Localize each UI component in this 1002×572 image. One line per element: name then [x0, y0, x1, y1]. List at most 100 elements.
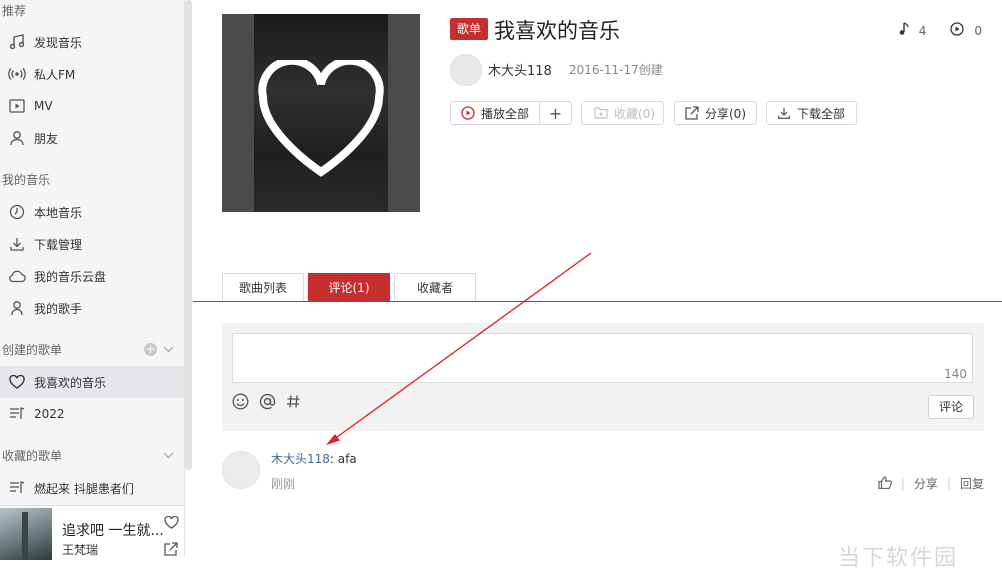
sidebar: 推荐 发现音乐 私人FM MV 朋友 我的音乐 本地音乐 下载管理 我的音乐云盘… [0, 0, 192, 560]
comment-separator: : [329, 452, 338, 466]
sidebar-item-fm[interactable]: 私人FM [0, 58, 184, 90]
heart-icon [8, 373, 26, 391]
play-all-label: 播放全部 [481, 106, 530, 121]
friends-icon [8, 129, 26, 147]
hashtag-icon[interactable] [286, 394, 301, 413]
comment-tools [232, 393, 301, 414]
emoji-icon[interactable] [232, 393, 249, 414]
submit-comment-button[interactable]: 评论 [928, 395, 974, 419]
comment-box: 140 评论 [222, 323, 984, 431]
add-folder-icon [594, 107, 608, 119]
music-note-icon [899, 22, 909, 39]
collect-button[interactable]: 收藏(0) [581, 101, 664, 125]
comment-actions: | 分享 | 回复 [878, 475, 984, 492]
sidebar-item-label: 本地音乐 [34, 205, 83, 220]
sidebar-scrollbar[interactable] [185, 0, 192, 470]
tab-collectors[interactable]: 收藏者 [394, 273, 476, 301]
playlist-title: 我喜欢的音乐 [494, 19, 620, 43]
share-icon [685, 106, 699, 120]
sidebar-item-label: 我的音乐云盘 [34, 269, 107, 284]
creator-avatar[interactable] [450, 54, 482, 86]
created-playlist-controls: + [144, 342, 174, 356]
collect-label: 收藏(0) [614, 106, 655, 121]
playlist-badge: 歌单 [450, 18, 488, 40]
commenter-name[interactable]: 木大头118 [271, 452, 330, 466]
comment-text: afa [337, 452, 357, 466]
comment-input[interactable] [232, 333, 973, 383]
sidebar-item-friends[interactable]: 朋友 [0, 122, 184, 154]
thumbs-up-icon[interactable] [878, 475, 892, 492]
sidebar-item-cloud[interactable]: 我的音乐云盘 [0, 260, 184, 292]
sidebar-item-liked-music[interactable]: 我喜欢的音乐 [0, 366, 184, 398]
sidebar-item-label: 燃起来 抖腿患者们 [34, 481, 134, 496]
now-playing-bar[interactable]: 追求吧 一生就... 王梵瑞 [0, 505, 184, 560]
play-circle-icon [950, 22, 965, 39]
chevron-down-icon[interactable] [163, 342, 174, 356]
commenter-avatar[interactable] [222, 451, 260, 489]
share-label: 分享(0) [705, 106, 746, 121]
play-all-button[interactable]: 播放全部 [451, 102, 541, 124]
heart-icon[interactable] [164, 515, 179, 532]
created-date: 2016-11-17创建 [569, 63, 663, 77]
singer-icon [8, 299, 26, 317]
playlist-cover [222, 14, 420, 212]
share-button[interactable]: 分享(0) [674, 101, 757, 125]
share-icon[interactable] [164, 542, 178, 559]
playlist-stats: 4 0 [899, 22, 982, 39]
now-playing-cover[interactable] [0, 508, 52, 560]
watermark: 当下软件园 [838, 546, 959, 571]
sidebar-section-collected: 收藏的歌单 [2, 449, 63, 463]
now-playing-title: 追求吧 一生就... [62, 523, 164, 539]
add-to-queue-button[interactable]: + [540, 104, 571, 123]
sidebar-item-discover[interactable]: 发现音乐 [0, 26, 184, 58]
sidebar-item-label: 朋友 [34, 131, 59, 146]
divider: | [946, 476, 951, 491]
clock-icon [8, 203, 26, 221]
sidebar-item-collected-playlist[interactable]: 燃起来 抖腿患者们 [0, 472, 184, 504]
tab-comments[interactable]: 评论(1) [308, 273, 390, 301]
comment-char-count: 140 [944, 367, 967, 381]
cloud-icon [8, 267, 26, 285]
download-all-button[interactable]: 下载全部 [766, 101, 857, 125]
divider: | [900, 476, 905, 491]
collected-playlist-controls [163, 448, 174, 462]
play-count: 0 [950, 22, 982, 39]
download-icon [8, 235, 26, 253]
sidebar-item-playlist-2022[interactable]: 2022 [0, 398, 184, 430]
comment-reply-link[interactable]: 回复 [960, 475, 984, 492]
play-all-button-group: 播放全部 + [450, 101, 572, 125]
comment-share-link[interactable]: 分享 [914, 475, 938, 492]
music-note-icon [8, 33, 26, 51]
track-count: 4 [899, 22, 927, 39]
track-count-value: 4 [918, 23, 927, 38]
download-icon [777, 106, 791, 120]
playlist-icon [8, 479, 26, 497]
radio-icon [8, 65, 26, 83]
sidebar-section-recommend: 推荐 [2, 4, 27, 18]
sidebar-item-singers[interactable]: 我的歌手 [0, 292, 184, 324]
sidebar-item-label: 2022 [34, 407, 65, 421]
creator-name[interactable]: 木大头118 [488, 60, 552, 79]
sidebar-item-local-music[interactable]: 本地音乐 [0, 196, 184, 228]
cover-heart-icon [258, 60, 384, 177]
playlist-icon [8, 405, 26, 423]
play-circle-icon [461, 106, 475, 120]
comment-time: 刚刚 [271, 477, 296, 491]
play-count-value: 0 [974, 23, 982, 38]
sidebar-item-downloads[interactable]: 下载管理 [0, 228, 184, 260]
chevron-down-icon[interactable] [163, 448, 174, 462]
sidebar-item-label: 我喜欢的音乐 [34, 375, 107, 390]
tab-underline [193, 301, 1002, 302]
comment-content: 木大头118: afa [271, 450, 357, 467]
at-icon[interactable] [259, 393, 276, 414]
now-playing-artist: 王梵瑞 [62, 543, 99, 557]
video-icon [8, 97, 26, 115]
sidebar-item-label: 私人FM [34, 67, 76, 82]
download-all-label: 下载全部 [797, 106, 846, 121]
sidebar-item-mv[interactable]: MV [0, 90, 184, 122]
sidebar-item-label: 发现音乐 [34, 35, 83, 50]
sidebar-item-label: 我的歌手 [34, 301, 83, 316]
tab-song-list[interactable]: 歌曲列表 [222, 273, 304, 301]
sidebar-item-label: 下载管理 [34, 237, 83, 252]
add-playlist-icon[interactable]: + [144, 342, 157, 356]
